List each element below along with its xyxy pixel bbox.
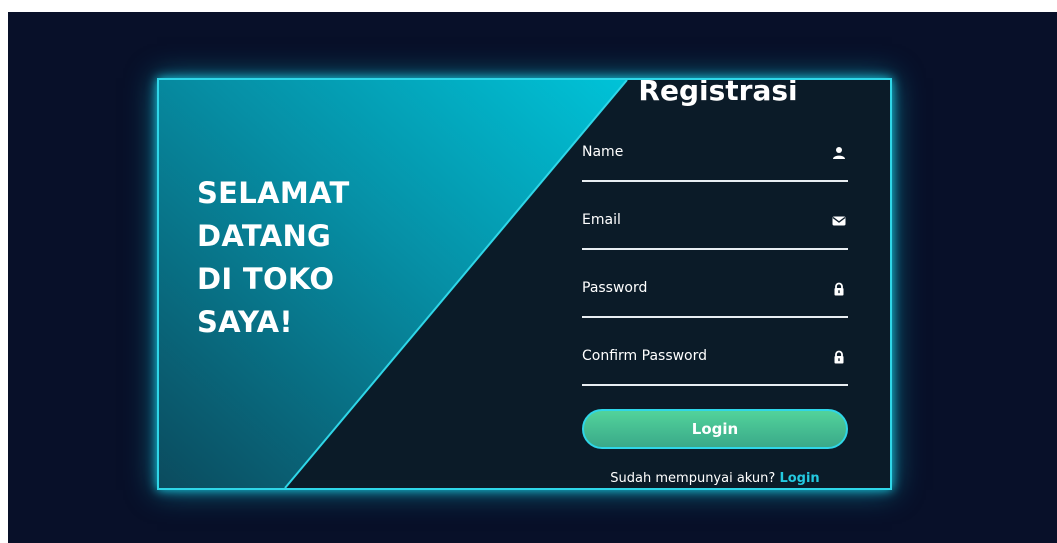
welcome-line: DI TOKO — [197, 262, 335, 296]
email-input[interactable] — [582, 208, 816, 246]
confirm-password-field[interactable]: Confirm Password — [582, 344, 848, 386]
name-field[interactable]: Name — [582, 140, 848, 182]
lock-icon — [834, 350, 844, 364]
user-icon — [833, 147, 845, 159]
name-input[interactable] — [582, 140, 816, 178]
registration-card: SELAMAT DATANG DI TOKO SAYA! Registrasi … — [157, 78, 892, 490]
login-prompt-text: Sudah mempunyai akun? — [610, 471, 776, 486]
envelope-icon — [832, 216, 846, 226]
lock-icon — [834, 282, 844, 296]
welcome-line: DATANG — [197, 219, 332, 253]
form-title: Registrasi — [638, 78, 798, 107]
email-field[interactable]: Email — [582, 208, 848, 250]
login-prompt: Sudah mempunyai akun? Login — [582, 471, 848, 486]
page-background: SELAMAT DATANG DI TOKO SAYA! Registrasi … — [8, 12, 1057, 543]
welcome-message: SELAMAT DATANG DI TOKO SAYA! — [197, 172, 350, 344]
welcome-line: SAYA! — [197, 305, 293, 339]
login-button[interactable]: Login — [582, 409, 848, 449]
password-input[interactable] — [582, 276, 816, 314]
welcome-line: SELAMAT — [197, 176, 350, 210]
confirm-password-input[interactable] — [582, 344, 816, 382]
password-field[interactable]: Password — [582, 276, 848, 318]
login-link[interactable]: Login — [779, 471, 819, 486]
